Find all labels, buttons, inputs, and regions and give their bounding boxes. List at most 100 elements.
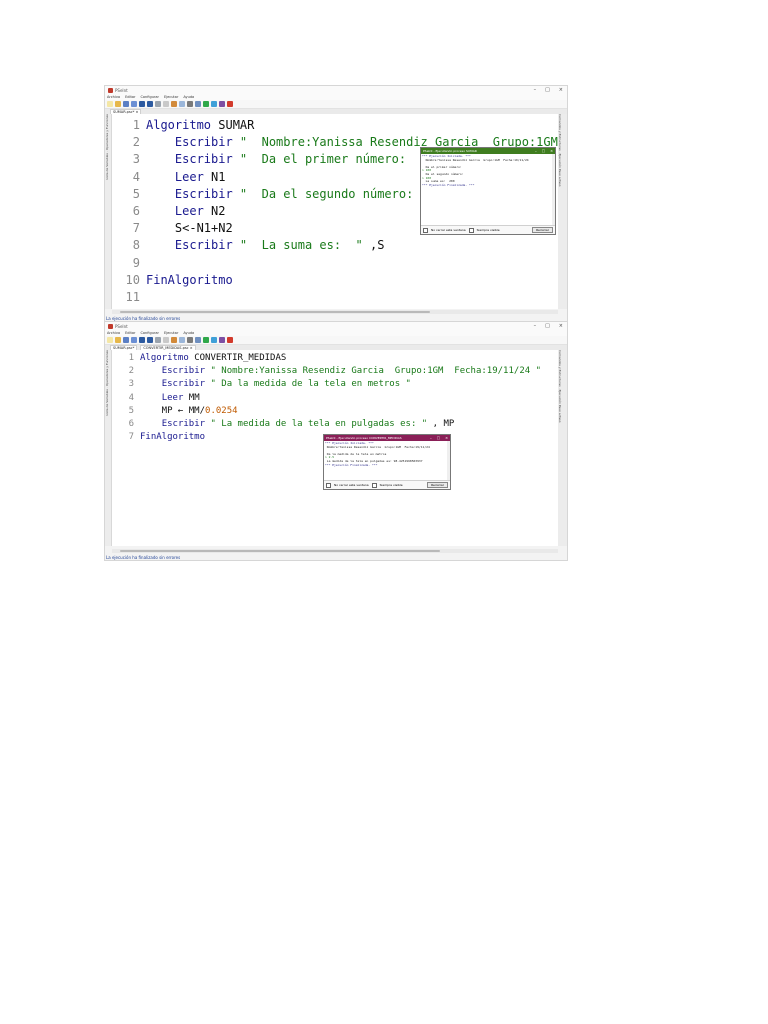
- code-keyword: FinAlgoritmo: [146, 272, 233, 287]
- code-text: , MP: [427, 419, 455, 429]
- undo-icon[interactable]: [139, 337, 145, 343]
- code-line[interactable]: 4 Leer MM: [112, 392, 200, 405]
- save-as-icon[interactable]: [131, 101, 137, 107]
- console-close-button[interactable]: ×: [445, 436, 448, 440]
- paste-icon[interactable]: [171, 101, 177, 107]
- right-panel-label: Comandos y Estructuras · Ejecución Paso …: [558, 114, 562, 187]
- search-icon[interactable]: [187, 101, 193, 107]
- always-visible-checkbox[interactable]: [371, 482, 377, 488]
- open-folder-icon[interactable]: [115, 337, 121, 343]
- status-bar: La ejecución ha finalizado sin errores: [106, 555, 181, 560]
- paste-icon[interactable]: [171, 337, 177, 343]
- code-line[interactable]: 6 Leer N2: [112, 203, 226, 220]
- scrollbar-thumb[interactable]: [120, 311, 430, 313]
- cut-icon[interactable]: [155, 101, 161, 107]
- keep-open-checkbox[interactable]: [326, 482, 331, 488]
- right-side-panel[interactable]: Comandos y Estructuras · Ejecución Paso …: [557, 114, 567, 309]
- restart-button[interactable]: Reiniciar: [532, 227, 553, 233]
- code-line[interactable]: 11: [112, 289, 146, 306]
- menu-editar[interactable]: Editar: [125, 95, 135, 99]
- copy-icon[interactable]: [163, 101, 169, 107]
- console-maximize-button[interactable]: □: [542, 149, 545, 153]
- close-button[interactable]: ×: [559, 323, 563, 329]
- close-button[interactable]: ×: [559, 87, 563, 93]
- console-close-button[interactable]: ×: [550, 149, 553, 153]
- menu-configurar[interactable]: Configurar: [140, 331, 158, 335]
- left-panel-label: Lista de Variables · Operadores y Funcio…: [105, 350, 109, 416]
- left-side-panel[interactable]: Lista de Variables · Operadores y Funcio…: [105, 114, 112, 309]
- minimize-button[interactable]: –: [534, 323, 537, 329]
- console-scrollbar[interactable]: [552, 154, 555, 226]
- run-icon[interactable]: [203, 101, 209, 107]
- line-number: 4: [132, 169, 140, 184]
- code-line[interactable]: 5 MP ← MM/0.0254: [112, 405, 238, 418]
- redo-icon[interactable]: [147, 101, 153, 107]
- save-icon[interactable]: [123, 337, 129, 343]
- code-keyword: Algoritmo: [146, 118, 212, 132]
- code-line[interactable]: 4 Leer N1: [112, 169, 226, 186]
- code-line[interactable]: 1 Algoritmo SUMAR: [112, 117, 255, 134]
- code-line[interactable]: 3 Escribir " Da la medida de la tela en …: [112, 378, 411, 391]
- code-line[interactable]: 1 Algoritmo CONVERTIR_MEDIDAS: [112, 352, 287, 365]
- pseint-icon[interactable]: [227, 337, 233, 343]
- open-folder-icon[interactable]: [115, 101, 121, 107]
- copy-icon[interactable]: [163, 337, 169, 343]
- minimize-button[interactable]: –: [534, 87, 537, 93]
- menu-ayuda[interactable]: Ayuda: [183, 331, 194, 335]
- code-line[interactable]: 10 FinAlgoritmo: [112, 272, 233, 289]
- window-titlebar: PSeInt – □ ×: [105, 86, 567, 94]
- console-scrollbar[interactable]: [447, 441, 450, 481]
- menu-ayuda[interactable]: Ayuda: [183, 95, 194, 99]
- run-icon[interactable]: [203, 337, 209, 343]
- code-keyword: Escribir: [161, 366, 206, 377]
- indent-icon[interactable]: [179, 337, 185, 343]
- code-line[interactable]: 7 S<-N1+N2: [112, 220, 233, 237]
- replace-icon[interactable]: [195, 337, 201, 343]
- step-icon[interactable]: [211, 337, 217, 343]
- new-file-icon[interactable]: [107, 337, 113, 343]
- menu-archivo[interactable]: Archivo: [107, 331, 120, 335]
- flowchart-icon[interactable]: [219, 337, 225, 343]
- console-maximize-button[interactable]: □: [437, 436, 440, 440]
- flowchart-icon[interactable]: [219, 101, 225, 107]
- scrollbar-thumb[interactable]: [120, 550, 440, 552]
- keep-open-checkbox[interactable]: [423, 227, 428, 233]
- redo-icon[interactable]: [147, 337, 153, 343]
- code-line[interactable]: 6 Escribir " La medida de la tela en pul…: [112, 418, 455, 431]
- menu-editar[interactable]: Editar: [125, 331, 135, 335]
- restart-button[interactable]: Reiniciar: [427, 482, 448, 488]
- menu-archivo[interactable]: Archivo: [107, 95, 120, 99]
- replace-icon[interactable]: [195, 101, 201, 107]
- horizontal-scrollbar[interactable]: [112, 549, 558, 553]
- always-visible-checkbox[interactable]: [468, 227, 474, 233]
- menu-ejecutar[interactable]: Ejecutar: [164, 95, 178, 99]
- horizontal-scrollbar[interactable]: [112, 310, 558, 314]
- search-icon[interactable]: [187, 337, 193, 343]
- menu-configurar[interactable]: Configurar: [140, 95, 158, 99]
- menu-ejecutar[interactable]: Ejecutar: [164, 331, 178, 335]
- code-line[interactable]: 7 FinAlgoritmo: [112, 431, 205, 444]
- code-text: N1: [203, 169, 226, 184]
- save-as-icon[interactable]: [131, 337, 137, 343]
- maximize-button[interactable]: □: [545, 323, 550, 329]
- right-side-panel[interactable]: Comandos y Estructuras · Ejecución Paso …: [557, 350, 567, 546]
- cut-icon[interactable]: [155, 337, 161, 343]
- new-file-icon[interactable]: [107, 101, 113, 107]
- maximize-button[interactable]: □: [545, 87, 550, 93]
- indent-icon[interactable]: [179, 101, 185, 107]
- console-minimize-button[interactable]: –: [535, 149, 537, 153]
- code-line[interactable]: 5 Escribir " Da el segundo número:: [112, 186, 414, 203]
- pseint-icon[interactable]: [227, 101, 233, 107]
- undo-icon[interactable]: [139, 101, 145, 107]
- step-icon[interactable]: [211, 101, 217, 107]
- save-icon[interactable]: [123, 101, 129, 107]
- line-number: 7: [128, 432, 134, 443]
- code-line[interactable]: 9: [112, 255, 146, 272]
- left-side-panel[interactable]: Lista de Variables · Operadores y Funcio…: [105, 350, 112, 546]
- code-string: " Da la medida de la tela en metros ": [205, 379, 411, 390]
- code-line[interactable]: 8 Escribir " La suma es: " ,S: [112, 237, 385, 254]
- code-line[interactable]: 3 Escribir " Da el primer número: ": [112, 151, 428, 168]
- code-line[interactable]: 2 Escribir " Nombre:Yanissa Resendiz Gar…: [112, 365, 541, 378]
- code-keyword: Algoritmo: [140, 353, 189, 363]
- console-minimize-button[interactable]: –: [430, 436, 432, 440]
